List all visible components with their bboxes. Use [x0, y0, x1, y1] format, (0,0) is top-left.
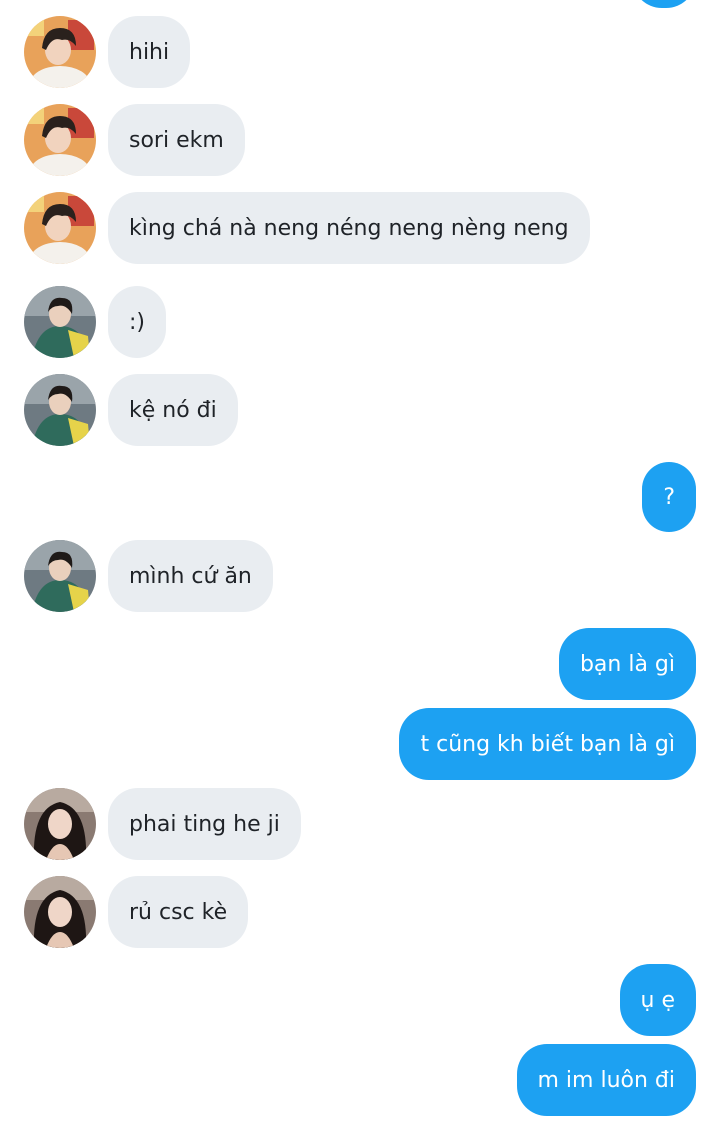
outgoing-message-bubble-partial[interactable] [632, 0, 696, 8]
message-text: hihi [129, 39, 170, 65]
message-text: :) [129, 309, 145, 335]
message-text: rủ csc kè [129, 899, 228, 925]
message-text: kệ nó đi [129, 397, 217, 423]
incoming-message-bubble[interactable]: kìng chá nà neng néng neng nèng neng [108, 192, 590, 264]
avatar-girl[interactable] [24, 788, 96, 860]
avatar-boy-sweater[interactable] [24, 104, 96, 176]
message-text: phai ting he ji [129, 811, 280, 837]
avatar-boy-jacket[interactable] [24, 286, 96, 358]
outgoing-message-bubble[interactable]: ụ ẹ [619, 964, 696, 1036]
incoming-message-bubble[interactable]: mình cứ ăn [108, 540, 273, 612]
incoming-message-bubble[interactable]: sori ekm [108, 104, 245, 176]
message-text: sori ekm [129, 127, 224, 153]
outgoing-message-bubble[interactable]: ? [642, 462, 696, 532]
avatar-girl[interactable] [24, 876, 96, 948]
incoming-message-bubble[interactable]: rủ csc kè [108, 876, 249, 948]
outgoing-message-bubble[interactable]: m im luôn đi [516, 1044, 696, 1116]
incoming-message-bubble[interactable]: phai ting he ji [108, 788, 301, 860]
message-text: ụ ẹ [640, 987, 675, 1013]
message-text: mình cứ ăn [129, 563, 252, 589]
avatar-boy-sweater[interactable] [24, 16, 96, 88]
message-text: t cũng kh biết bạn là gì [420, 731, 675, 757]
outgoing-message-bubble[interactable]: bạn là gì [558, 628, 696, 700]
message-text: kìng chá nà neng néng neng nèng neng [129, 215, 569, 241]
avatar-boy-sweater[interactable] [24, 192, 96, 264]
incoming-message-bubble[interactable]: :) [108, 286, 166, 358]
incoming-message-bubble[interactable]: hihi [108, 16, 191, 88]
avatar-boy-jacket[interactable] [24, 540, 96, 612]
message-text: bạn là gì [579, 651, 675, 677]
message-text: ? [663, 484, 675, 510]
incoming-message-bubble[interactable]: kệ nó đi [108, 374, 238, 446]
avatar-boy-jacket[interactable] [24, 374, 96, 446]
outgoing-message-bubble[interactable]: t cũng kh biết bạn là gì [399, 708, 696, 780]
message-text: m im luôn đi [537, 1067, 676, 1093]
